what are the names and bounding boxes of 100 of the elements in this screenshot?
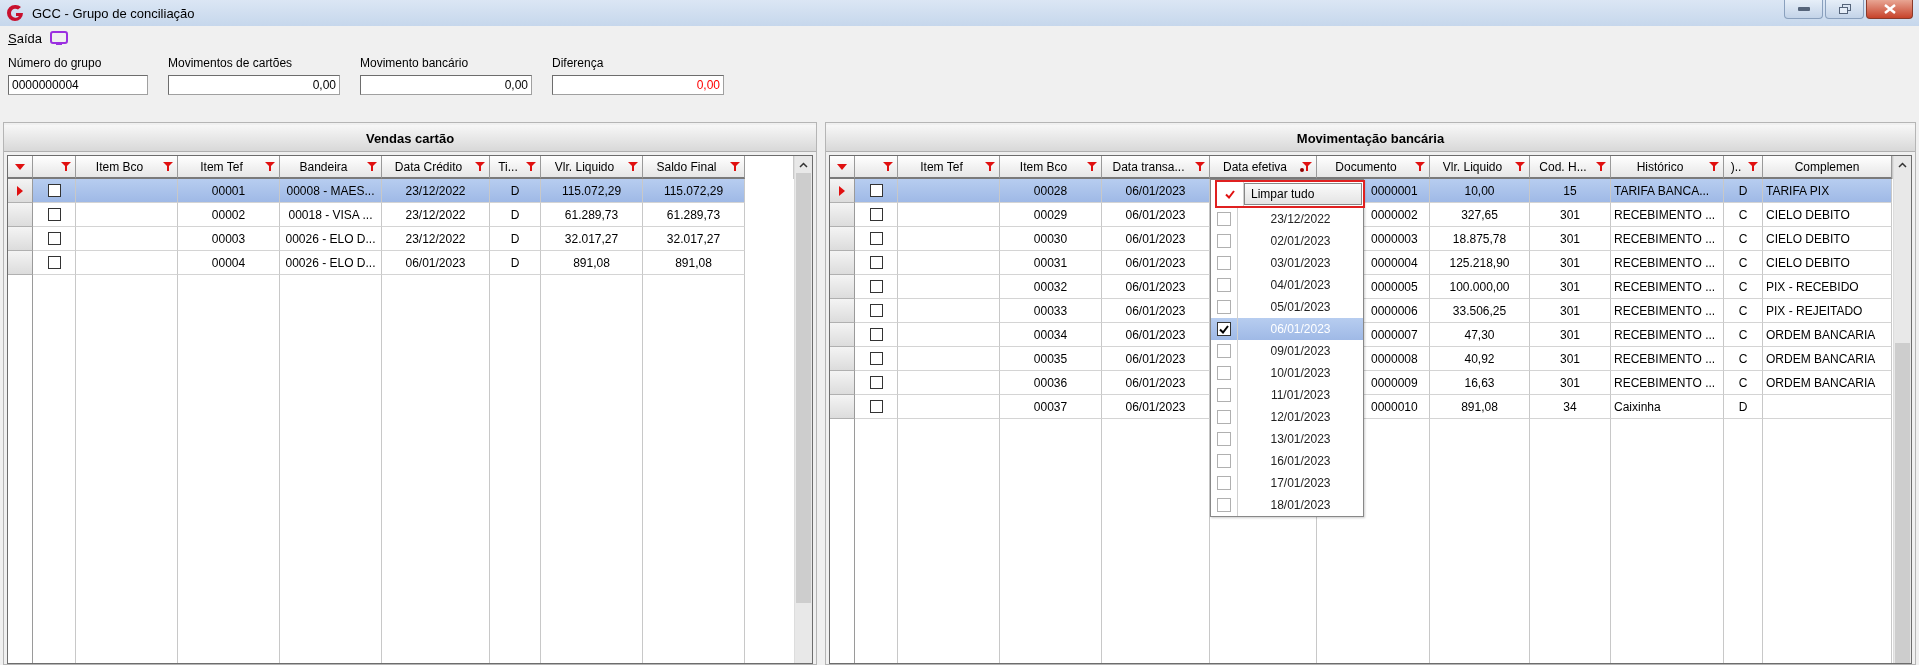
checkbox[interactable] <box>1217 212 1231 226</box>
row-indicator[interactable] <box>830 251 855 275</box>
dropdown-item[interactable]: 10/01/2023 <box>1211 362 1363 384</box>
checkbox[interactable] <box>47 256 61 269</box>
checkbox[interactable] <box>1217 498 1231 512</box>
checkbox[interactable] <box>1217 256 1231 270</box>
column-header[interactable]: ).. <box>1724 156 1763 179</box>
filter-icon[interactable] <box>163 161 173 172</box>
row-indicator[interactable] <box>830 203 855 227</box>
menu-item[interactable]: Saída <box>8 30 42 46</box>
filter-icon[interactable] <box>1596 161 1606 172</box>
filter-icon[interactable] <box>475 161 485 172</box>
checkbox[interactable] <box>47 208 61 221</box>
checkbox[interactable] <box>1217 388 1231 402</box>
filter-icon[interactable] <box>730 161 740 172</box>
checkbox[interactable] <box>869 256 883 269</box>
checkbox[interactable] <box>869 328 883 341</box>
dropdown-item[interactable]: 11/01/2023 <box>1211 384 1363 406</box>
column-header[interactable]: Histórico <box>1611 156 1724 179</box>
checkbox[interactable] <box>1217 322 1231 336</box>
dropdown-item[interactable]: 03/01/2023 <box>1211 252 1363 274</box>
checkbox[interactable] <box>869 400 883 413</box>
clear-all-button[interactable]: Limpar tudo <box>1244 183 1362 205</box>
row-indicator[interactable] <box>8 251 33 275</box>
dropdown-item[interactable]: 23/12/2022 <box>1211 208 1363 230</box>
input-field[interactable]: 0000000004 <box>8 75 148 95</box>
scrollbar[interactable] <box>794 156 812 663</box>
input-field[interactable]: 0,00 <box>552 75 724 95</box>
scroll-up-icon[interactable] <box>1898 161 1907 168</box>
close-button[interactable] <box>1866 0 1913 19</box>
column-header[interactable]: Data transa... <box>1102 156 1210 179</box>
checkbox[interactable] <box>1217 278 1231 292</box>
row-indicator[interactable] <box>830 299 855 323</box>
dropdown-item[interactable]: 04/01/2023 <box>1211 274 1363 296</box>
row-indicator[interactable] <box>830 227 855 251</box>
row-indicator[interactable] <box>830 179 855 203</box>
checkbox[interactable] <box>1217 432 1231 446</box>
filter-icon[interactable] <box>628 161 638 172</box>
dropdown-item[interactable]: 12/01/2023 <box>1211 406 1363 428</box>
dropdown-item[interactable]: 09/01/2023 <box>1211 340 1363 362</box>
row-indicator[interactable] <box>8 179 33 203</box>
dropdown-item[interactable]: 16/01/2023 <box>1211 450 1363 472</box>
checkbox[interactable] <box>1217 454 1231 468</box>
row-indicator[interactable] <box>8 227 33 251</box>
column-header[interactable]: Cod. H... <box>1530 156 1611 179</box>
minimize-button[interactable] <box>1784 0 1823 19</box>
checkbox[interactable] <box>47 232 61 245</box>
checkbox[interactable] <box>869 376 883 389</box>
column-header[interactable]: Item Bco <box>1000 156 1102 179</box>
column-header[interactable]: Bandeira <box>280 156 382 179</box>
restore-button[interactable] <box>1825 0 1864 19</box>
column-header[interactable]: Saldo Final <box>643 156 745 179</box>
checkbox[interactable] <box>1217 366 1231 380</box>
checkbox[interactable] <box>1217 476 1231 490</box>
filter-icon[interactable] <box>1087 161 1097 172</box>
filter-icon[interactable] <box>367 161 377 172</box>
filter-icon[interactable] <box>1515 161 1525 172</box>
checkbox[interactable] <box>869 280 883 293</box>
column-header[interactable]: Ti... <box>490 156 541 179</box>
row-indicator[interactable] <box>830 323 855 347</box>
row-indicator[interactable] <box>830 371 855 395</box>
checkbox[interactable] <box>1217 300 1231 314</box>
dropdown-item[interactable]: 13/01/2023 <box>1211 428 1363 450</box>
filter-icon[interactable] <box>265 161 275 172</box>
checkbox[interactable] <box>1217 410 1231 424</box>
checkbox[interactable] <box>47 184 61 197</box>
filter-icon[interactable] <box>985 161 995 172</box>
checkbox[interactable] <box>1217 344 1231 358</box>
checkbox[interactable] <box>1217 234 1231 248</box>
column-header[interactable]: Item Tef <box>898 156 1000 179</box>
dropdown-item[interactable]: 17/01/2023 <box>1211 472 1363 494</box>
scrollbar[interactable] <box>1893 156 1911 663</box>
checkbox[interactable] <box>869 184 883 197</box>
checkbox[interactable] <box>869 208 883 221</box>
input-field[interactable]: 0,00 <box>360 75 532 95</box>
filter-icon[interactable] <box>1300 161 1312 172</box>
input-field[interactable]: 0,00 <box>168 75 340 95</box>
row-indicator[interactable] <box>830 347 855 371</box>
column-header[interactable]: Data Crédito <box>382 156 490 179</box>
column-header[interactable]: Complemen <box>1763 156 1892 179</box>
checkbox[interactable] <box>869 304 883 317</box>
filter-icon[interactable] <box>61 161 71 172</box>
dropdown-item[interactable]: 18/01/2023 <box>1211 494 1363 516</box>
column-header[interactable]: Vlr. Liquido <box>541 156 643 179</box>
column-header[interactable]: Data efetiva <box>1210 156 1317 179</box>
row-indicator[interactable] <box>830 395 855 419</box>
dropdown-item[interactable]: 02/01/2023 <box>1211 230 1363 252</box>
scroll-up-icon[interactable] <box>799 161 808 168</box>
check-column-header[interactable] <box>33 156 76 179</box>
filter-icon[interactable] <box>1709 161 1719 172</box>
filter-icon[interactable] <box>526 161 536 172</box>
checkbox[interactable] <box>869 232 883 245</box>
filter-icon[interactable] <box>1415 161 1425 172</box>
check-column-header[interactable] <box>855 156 898 179</box>
column-header[interactable]: Item Bco <box>76 156 178 179</box>
filter-icon[interactable] <box>1195 161 1205 172</box>
column-header[interactable]: Item Tef <box>178 156 280 179</box>
column-header[interactable]: Vlr. Liquido <box>1430 156 1530 179</box>
row-indicator[interactable] <box>8 203 33 227</box>
filter-icon[interactable] <box>1748 161 1758 172</box>
